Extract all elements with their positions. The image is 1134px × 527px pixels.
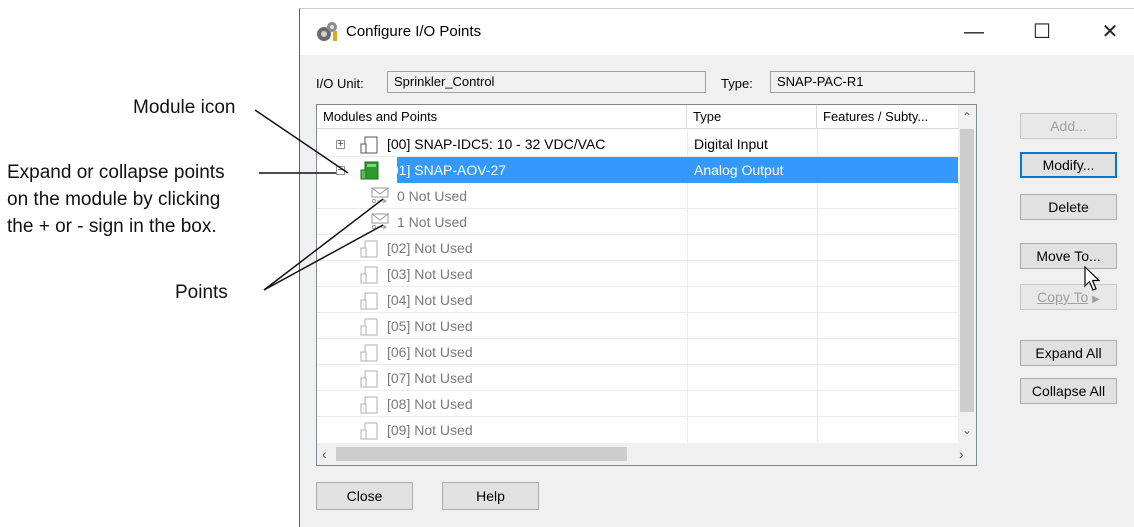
module-empty-icon <box>360 266 378 284</box>
list-row-point-0[interactable]: 0 Not Used <box>317 183 973 209</box>
mouse-pointer-icon <box>1084 266 1101 291</box>
window-title: Configure I/O Points <box>346 23 482 40</box>
row-label: [01] SNAP-AOV-27 <box>387 162 507 178</box>
maximize-button[interactable]: ☐ <box>1019 9 1065 55</box>
column-header-modules[interactable]: Modules and Points <box>317 105 687 129</box>
row-label: 1 Not Used <box>397 214 468 230</box>
close-window-button[interactable]: ✕ <box>1087 9 1133 55</box>
title-bar[interactable]: Configure I/O Points — ☐ ✕ <box>300 9 1134 55</box>
row-label: [09] Not Used <box>387 422 473 438</box>
io-unit-field: Sprinkler_Control <box>387 71 706 93</box>
row-label: [02] Not Used <box>387 240 473 256</box>
scroll-right-icon[interactable]: › <box>959 446 964 462</box>
move-to-button[interactable]: Move To... <box>1020 243 1117 269</box>
vertical-scrollbar[interactable]: ⌃ ⌄ <box>958 105 976 443</box>
submenu-arrow-icon: ▶ <box>1092 294 1100 305</box>
scroll-up-icon[interactable]: ⌃ <box>962 110 972 124</box>
module-empty-icon <box>360 136 378 154</box>
row-label: [08] Not Used <box>387 396 473 412</box>
io-unit-label: I/O Unit: <box>316 76 364 91</box>
copy-to-button[interactable]: Copy To ▶ <box>1020 284 1117 310</box>
row-divider <box>317 364 973 365</box>
row-label: [00] SNAP-IDC5: 10 - 32 VDC/VAC <box>387 136 606 152</box>
row-label: [05] Not Used <box>387 318 473 334</box>
modules-points-list[interactable]: Modules and Points Type Features / Subty… <box>316 104 977 466</box>
module-empty-icon <box>360 344 378 362</box>
list-row-module-06[interactable]: [06] Not Used <box>317 339 973 365</box>
module-analog-output-icon <box>360 161 379 180</box>
list-row-module-01[interactable]: − [01] SNAP-AOV-27 Analog Output <box>317 157 973 183</box>
vertical-scroll-thumb[interactable] <box>960 129 974 412</box>
callout-points: Points <box>175 282 228 303</box>
column-header-type[interactable]: Type <box>687 105 817 129</box>
row-divider <box>317 156 973 157</box>
expand-toggle[interactable]: + <box>336 140 345 150</box>
collapse-toggle[interactable]: − <box>336 166 345 176</box>
row-type: Analog Output <box>694 162 784 178</box>
point-icon <box>371 187 389 204</box>
row-divider <box>317 234 973 235</box>
row-divider <box>317 416 973 417</box>
list-header: Modules and Points Type Features / Subty… <box>317 105 976 129</box>
callout-module-icon: Module icon <box>133 97 236 118</box>
type-field: SNAP-PAC-R1 <box>770 71 975 93</box>
callout-expand-line3: the + or - sign in the box. <box>7 216 217 237</box>
module-empty-icon <box>360 422 378 440</box>
copy-to-label: Copy To <box>1037 289 1089 305</box>
list-row-module-02[interactable]: [02] Not Used <box>317 235 973 261</box>
list-row-module-05[interactable]: [05] Not Used <box>317 313 973 339</box>
horizontal-scrollbar[interactable]: ‹ › <box>317 443 976 465</box>
gears-icon <box>317 22 337 41</box>
row-divider <box>317 208 973 209</box>
list-row-module-03[interactable]: [03] Not Used <box>317 261 973 287</box>
collapse-all-button[interactable]: Collapse All <box>1020 378 1117 404</box>
row-divider <box>317 312 973 313</box>
delete-button[interactable]: Delete <box>1020 194 1117 220</box>
list-row-module-09[interactable]: [09] Not Used <box>317 417 973 441</box>
horizontal-scroll-thumb[interactable] <box>336 447 627 461</box>
row-label: 0 Not Used <box>397 188 468 204</box>
list-row-module-08[interactable]: [08] Not Used <box>317 391 973 417</box>
add-button[interactable]: Add... <box>1020 113 1117 139</box>
expand-all-button[interactable]: Expand All <box>1020 340 1117 366</box>
module-empty-icon <box>360 318 378 336</box>
help-button[interactable]: Help <box>442 482 539 510</box>
type-label: Type: <box>721 76 753 91</box>
modify-button[interactable]: Modify... <box>1020 152 1117 178</box>
close-button[interactable]: Close <box>316 482 413 510</box>
row-divider <box>317 260 973 261</box>
list-row-module-07[interactable]: [07] Not Used <box>317 365 973 391</box>
minimize-button[interactable]: — <box>951 9 997 55</box>
column-header-features[interactable]: Features / Subty... <box>817 105 960 129</box>
row-divider <box>317 390 973 391</box>
point-icon <box>371 213 389 230</box>
list-row-point-1[interactable]: 1 Not Used <box>317 209 973 235</box>
list-row-module-04[interactable]: [04] Not Used <box>317 287 973 313</box>
row-type: Digital Input <box>694 136 768 152</box>
row-label: [04] Not Used <box>387 292 473 308</box>
callout-expand-line1: Expand or collapse points <box>7 162 225 183</box>
module-empty-icon <box>360 292 378 310</box>
scroll-down-icon[interactable]: ⌄ <box>962 423 972 437</box>
scroll-left-icon[interactable]: ‹ <box>322 446 327 462</box>
row-divider <box>317 286 973 287</box>
module-empty-icon <box>360 370 378 388</box>
row-label: [06] Not Used <box>387 344 473 360</box>
row-label: [03] Not Used <box>387 266 473 282</box>
configure-io-dialog: Configure I/O Points — ☐ ✕ I/O Unit: Spr… <box>299 8 1134 527</box>
module-empty-icon <box>360 240 378 258</box>
callout-expand-line2: on the module by clicking <box>7 189 221 210</box>
module-empty-icon <box>360 396 378 414</box>
row-divider <box>317 338 973 339</box>
row-label: [07] Not Used <box>387 370 473 386</box>
list-row-module-00[interactable]: + [00] SNAP-IDC5: 10 - 32 VDC/VAC Digita… <box>317 131 973 157</box>
